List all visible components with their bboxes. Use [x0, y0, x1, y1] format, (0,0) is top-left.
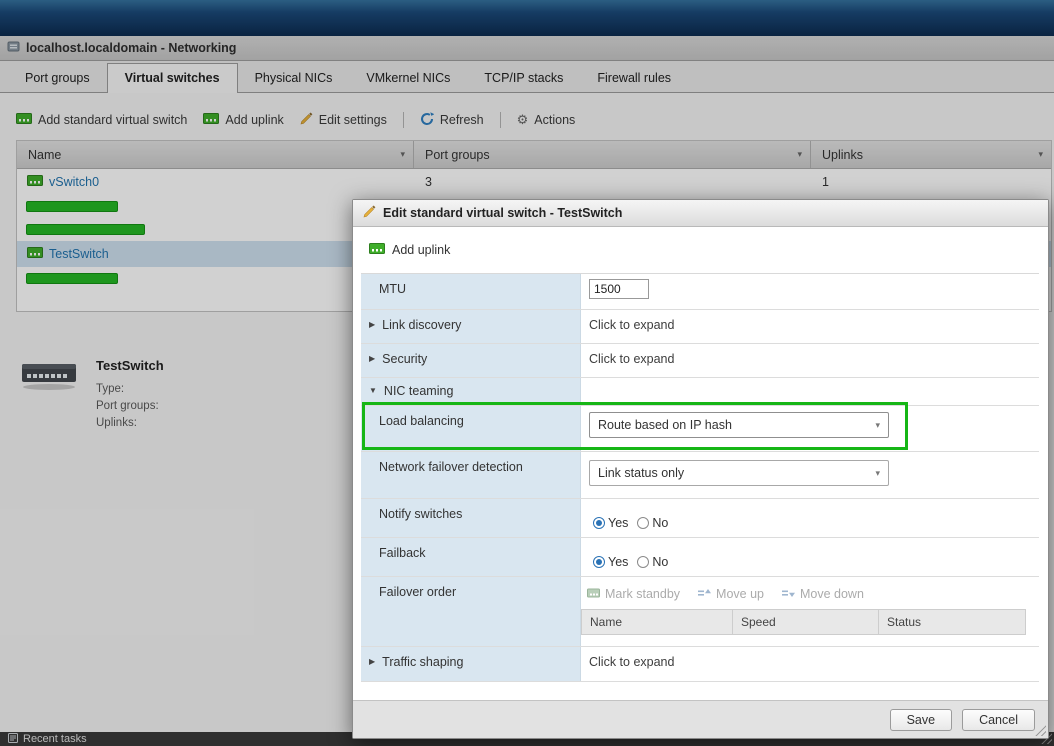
- collapsed-arrow-icon: ▶: [369, 318, 375, 329]
- form-row-load-balancing: Load balancing Route based on IP hash ▾: [361, 406, 1039, 452]
- failover-column-name[interactable]: Name: [581, 609, 733, 635]
- uplink-add-icon: [369, 243, 385, 257]
- save-button[interactable]: Save: [890, 709, 953, 731]
- nic-teaming-expander[interactable]: ▼NIC teaming: [361, 378, 581, 405]
- load-balancing-label: Load balancing: [361, 406, 581, 451]
- failover-order-label: Failover order: [361, 577, 581, 646]
- cancel-button[interactable]: Cancel: [962, 709, 1035, 731]
- dialog-add-uplink-label: Add uplink: [392, 243, 450, 257]
- move-down-icon: [782, 587, 795, 601]
- traffic-shaping-expander[interactable]: ▶Traffic shaping: [361, 647, 581, 681]
- collapsed-arrow-icon: ▶: [369, 352, 375, 363]
- move-down-button[interactable]: Move down: [782, 587, 864, 601]
- load-balancing-selected-value: Route based on IP hash: [598, 418, 732, 432]
- mark-standby-button[interactable]: Mark standby: [587, 587, 680, 601]
- form-row-nic-teaming: ▼NIC teaming: [361, 378, 1039, 406]
- expanded-arrow-icon: ▼: [369, 384, 377, 395]
- move-up-icon: [698, 587, 711, 601]
- form-row-traffic-shaping: ▶Traffic shaping Click to expand: [361, 647, 1039, 682]
- radio-selected-icon: [593, 517, 605, 529]
- notify-switches-no-radio[interactable]: No: [637, 516, 668, 530]
- form-row-notify-switches: Notify switches Yes No: [361, 499, 1039, 538]
- mtu-input[interactable]: [589, 279, 649, 299]
- failover-column-status[interactable]: Status: [879, 609, 1026, 635]
- failback-yes-radio[interactable]: Yes: [593, 555, 628, 569]
- collapsed-arrow-icon: ▶: [369, 655, 375, 666]
- traffic-shaping-expand-text[interactable]: Click to expand: [581, 647, 674, 669]
- link-discovery-expander[interactable]: ▶Link discovery: [361, 310, 581, 343]
- failover-detection-select[interactable]: Link status only ▾: [589, 460, 889, 486]
- failover-order-table: Name Speed Status: [581, 609, 1026, 635]
- notify-switches-yes-radio[interactable]: Yes: [593, 516, 628, 530]
- failback-label: Failback: [361, 538, 581, 576]
- mtu-label: MTU: [361, 274, 581, 309]
- security-expand-text[interactable]: Click to expand: [581, 344, 674, 366]
- form-row-failback: Failback Yes No: [361, 538, 1039, 577]
- security-expander[interactable]: ▶Security: [361, 344, 581, 377]
- radio-unselected-icon: [637, 556, 649, 568]
- form-row-failover-detection: Network failover detection Link status o…: [361, 452, 1039, 499]
- dialog-title: Edit standard virtual switch - TestSwitc…: [383, 206, 622, 220]
- failover-column-speed[interactable]: Speed: [733, 609, 879, 635]
- failback-no-radio[interactable]: No: [637, 555, 668, 569]
- chevron-down-icon: ▾: [875, 420, 880, 431]
- edit-virtual-switch-dialog: Edit standard virtual switch - TestSwitc…: [352, 199, 1049, 739]
- screen: localhost.localdomain - Networking Port …: [0, 0, 1054, 746]
- mark-standby-icon: [587, 587, 600, 601]
- link-discovery-expand-text[interactable]: Click to expand: [581, 310, 674, 332]
- failover-order-toolbar: Mark standby Move up Move down: [587, 587, 1039, 601]
- form-row-link-discovery: ▶Link discovery Click to expand: [361, 310, 1039, 344]
- failover-detection-label: Network failover detection: [361, 452, 581, 498]
- notify-switches-label: Notify switches: [361, 499, 581, 537]
- form-row-failover-order: Failover order Mark standby Move up: [361, 577, 1039, 647]
- chevron-down-icon: ▾: [875, 468, 880, 479]
- form-row-security: ▶Security Click to expand: [361, 344, 1039, 378]
- dialog-titlebar: Edit standard virtual switch - TestSwitc…: [353, 200, 1048, 227]
- move-up-button[interactable]: Move up: [698, 587, 764, 601]
- dialog-form: MTU ▶Link discovery Click to expand ▶Sec…: [361, 273, 1039, 682]
- failover-detection-selected-value: Link status only: [598, 466, 684, 480]
- dialog-add-uplink-button[interactable]: Add uplink: [353, 227, 1048, 273]
- form-row-mtu: MTU: [361, 274, 1039, 310]
- radio-unselected-icon: [637, 517, 649, 529]
- pencil-icon: [363, 205, 376, 221]
- load-balancing-select[interactable]: Route based on IP hash ▾: [589, 412, 889, 438]
- radio-selected-icon: [593, 556, 605, 568]
- dialog-footer: Save Cancel: [353, 700, 1048, 738]
